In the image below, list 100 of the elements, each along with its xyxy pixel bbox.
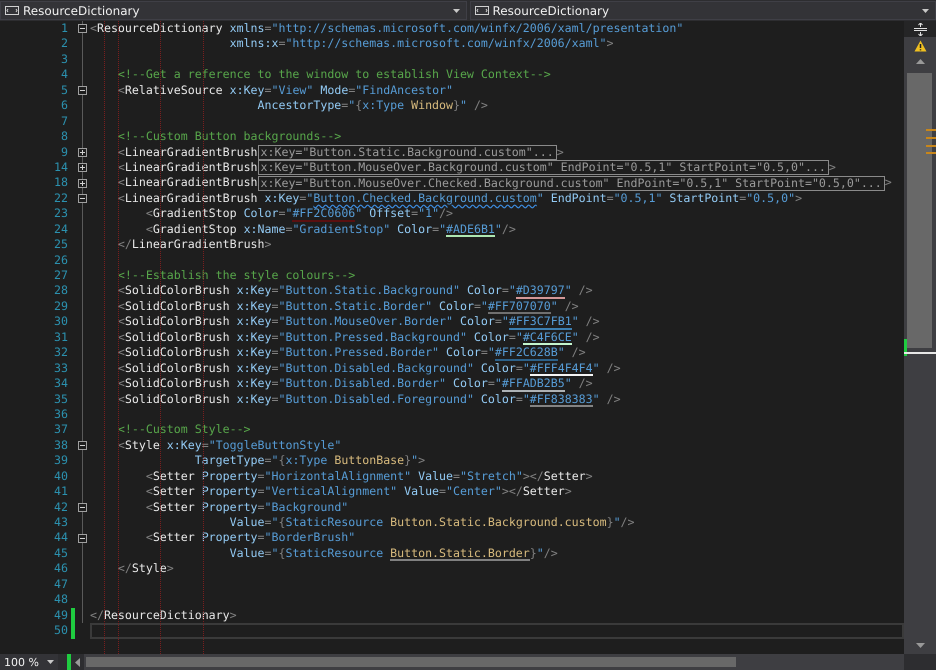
line-number: 29: [53, 298, 68, 314]
code-text: <Style x:Key="ToggleButtonStyle": [116, 438, 342, 454]
change-marker: [926, 137, 936, 139]
code-text: <!--Establish the style colours-->: [116, 268, 356, 284]
scroll-thumb[interactable]: [907, 73, 932, 348]
line-number: 44: [53, 530, 68, 546]
code-text: </LinearGradientBrush>: [116, 237, 272, 253]
collapse-icon[interactable]: [78, 194, 87, 204]
line-number: 36: [53, 406, 68, 422]
code-text: <Setter Property="HorizontalAlignment" Value="Stretch"></Setter>: [144, 468, 593, 484]
collapse-icon[interactable]: [78, 534, 87, 543]
code-text: <LinearGradientBrush: [116, 144, 258, 160]
code-text: <Setter Property="VerticalAlignment" Value="Center"></Setter>: [144, 484, 572, 500]
line-number: 48: [53, 592, 68, 608]
line-number: 41: [53, 484, 68, 500]
code-text: <Setter Property="Background": [144, 500, 348, 516]
line-number: 5: [60, 82, 68, 98]
line-number: 2: [60, 36, 68, 52]
line-number: 49: [53, 608, 68, 624]
line-number: 45: [53, 546, 68, 562]
line-number: 3: [60, 52, 68, 68]
line-number: 34: [53, 376, 68, 392]
line-number: 47: [53, 576, 68, 592]
expand-icon[interactable]: [78, 148, 87, 157]
code-text: <!--Custom Button backgrounds-->: [116, 129, 342, 145]
code-text: >: [828, 160, 836, 176]
line-number: 4: [60, 67, 68, 83]
line-number: 7: [60, 114, 68, 130]
line-number: 6: [60, 98, 68, 114]
line-number: 43: [53, 515, 68, 530]
xaml-icon: [5, 6, 19, 15]
vertical-scrollbar[interactable]: [904, 21, 936, 654]
code-text: <LinearGradientBrush: [116, 175, 258, 191]
code-text: <SolidColorBrush x:Key="Button.Static.Background" Color="#D39797" />: [116, 283, 593, 299]
line-number: 37: [53, 422, 68, 438]
code-text: <!--Custom Style-->: [116, 422, 251, 438]
code-text: <ResourceDictionary xmlns="http://schemas.microsoft.com/winfx/2006/xaml/presentation": [90, 21, 684, 36]
line-number: 1: [60, 21, 68, 36]
line-number: 25: [53, 237, 68, 253]
code-text: <GradientStop Color="#FF2C0606" Offset="1"/>: [144, 206, 454, 222]
code-text: AncestorType="{x:Type Window}" />: [256, 98, 488, 114]
collapse-icon[interactable]: [78, 502, 87, 512]
code-text: <SolidColorBrush x:Key="Button.Disabled.Border" Color="#FFADB2B5" />: [116, 376, 593, 392]
expand-icon[interactable]: [78, 178, 87, 188]
code-text: <LinearGradientBrush x:Key="Button.Checked.Background.custom" EndPoint="0.5,1" StartPoint="0.5,0">: [116, 190, 802, 206]
code-text: <SolidColorBrush x:Key="Button.Pressed.Background" Color="#C4F6CE" />: [116, 330, 600, 346]
line-number: 26: [53, 252, 68, 268]
code-text: <GradientStop x:Name="GradientStop" Color="#ADE6B1"/>: [144, 222, 516, 238]
code-text: <SolidColorBrush x:Key="Button.Pressed.Border" Color="#FF2C628B" />: [116, 345, 586, 361]
change-marker: [926, 145, 936, 147]
line-number: 42: [53, 500, 68, 515]
line-number: 14: [53, 160, 68, 176]
code-text: <!--Get a reference to the window to establish View Context-->: [116, 67, 551, 83]
code-text: <LinearGradientBrush: [116, 160, 258, 176]
line-number: 22: [53, 190, 68, 206]
line-number: 46: [53, 561, 68, 577]
code-text: TargetType="{x:Type ButtonBase}">: [194, 453, 426, 469]
file-dropdown[interactable]: ResourceDictionary: [470, 1, 936, 20]
change-marker: [926, 152, 936, 154]
code-text: Value="{StaticResource Button.Static.Background.custom}"/>: [228, 515, 635, 530]
collapsed-block[interactable]: x:Key="Button.Static.Background.custom"...: [258, 144, 557, 160]
line-number: 27: [53, 268, 68, 284]
line-number: 31: [53, 330, 68, 346]
line-number: 23: [53, 206, 68, 222]
expand-icon[interactable]: [78, 163, 87, 172]
collapse-icon[interactable]: [78, 86, 87, 95]
line-number: 24: [53, 222, 68, 238]
line-number: 9: [60, 144, 68, 160]
warning-icon[interactable]: [914, 40, 926, 52]
line-number: 38: [53, 438, 68, 454]
line-number: 35: [53, 392, 68, 407]
caret-icon: [922, 8, 929, 12]
code-text: xmlns:x="http://schemas.microsoft.com/winfx/2006/xaml">: [228, 36, 614, 52]
line-number: 50: [53, 623, 68, 638]
code-text: >: [884, 175, 892, 191]
collapsed-block[interactable]: x:Key="Button.MouseOver.Checked.Background.custom" EndPoint="0.5,1" StartPoint="0.5,0"...: [258, 176, 885, 191]
caret-icon: [47, 660, 54, 664]
code-text: Value="{StaticResource Button.Static.Border}"/>: [228, 546, 558, 562]
xaml-icon: [474, 6, 488, 15]
caret-icon: [452, 8, 460, 12]
collapse-icon[interactable]: [78, 24, 87, 34]
line-number: 33: [53, 360, 68, 376]
code-text: <SolidColorBrush x:Key="Button.Static.Border" Color="#FF707070" />: [116, 298, 579, 314]
scroll-up-icon[interactable]: [916, 59, 924, 64]
line-number: 30: [53, 314, 68, 330]
scroll-thumb[interactable]: [86, 657, 736, 667]
change-bar: [67, 654, 71, 670]
scroll-left-icon[interactable]: [75, 658, 80, 666]
collapse-icon[interactable]: [78, 441, 87, 450]
zoom-dropdown[interactable]: 100 %: [0, 654, 58, 670]
code-text: <SolidColorBrush x:Key="Button.Disabled.Foreground" Color="#FF838383" />: [116, 392, 621, 407]
line-number: 8: [60, 129, 68, 144]
line-number: 32: [53, 345, 68, 361]
code-text: <SolidColorBrush x:Key="Button.Disabled.Background" Color="#FFF4F4F4" />: [116, 360, 621, 376]
collapsed-block[interactable]: x:Key="Button.MouseOver.Background.custom" EndPoint="0.5,1" StartPoint="0.5,0"...: [258, 160, 829, 176]
split-icon[interactable]: [914, 22, 926, 36]
code-text: <SolidColorBrush x:Key="Button.MouseOver.Border" Color="#FF3C7FB1" />: [116, 314, 600, 330]
file-dropdown[interactable]: ResourceDictionary: [0, 1, 466, 20]
code-text: </Style>: [116, 561, 174, 577]
scroll-down-icon[interactable]: [916, 643, 924, 648]
